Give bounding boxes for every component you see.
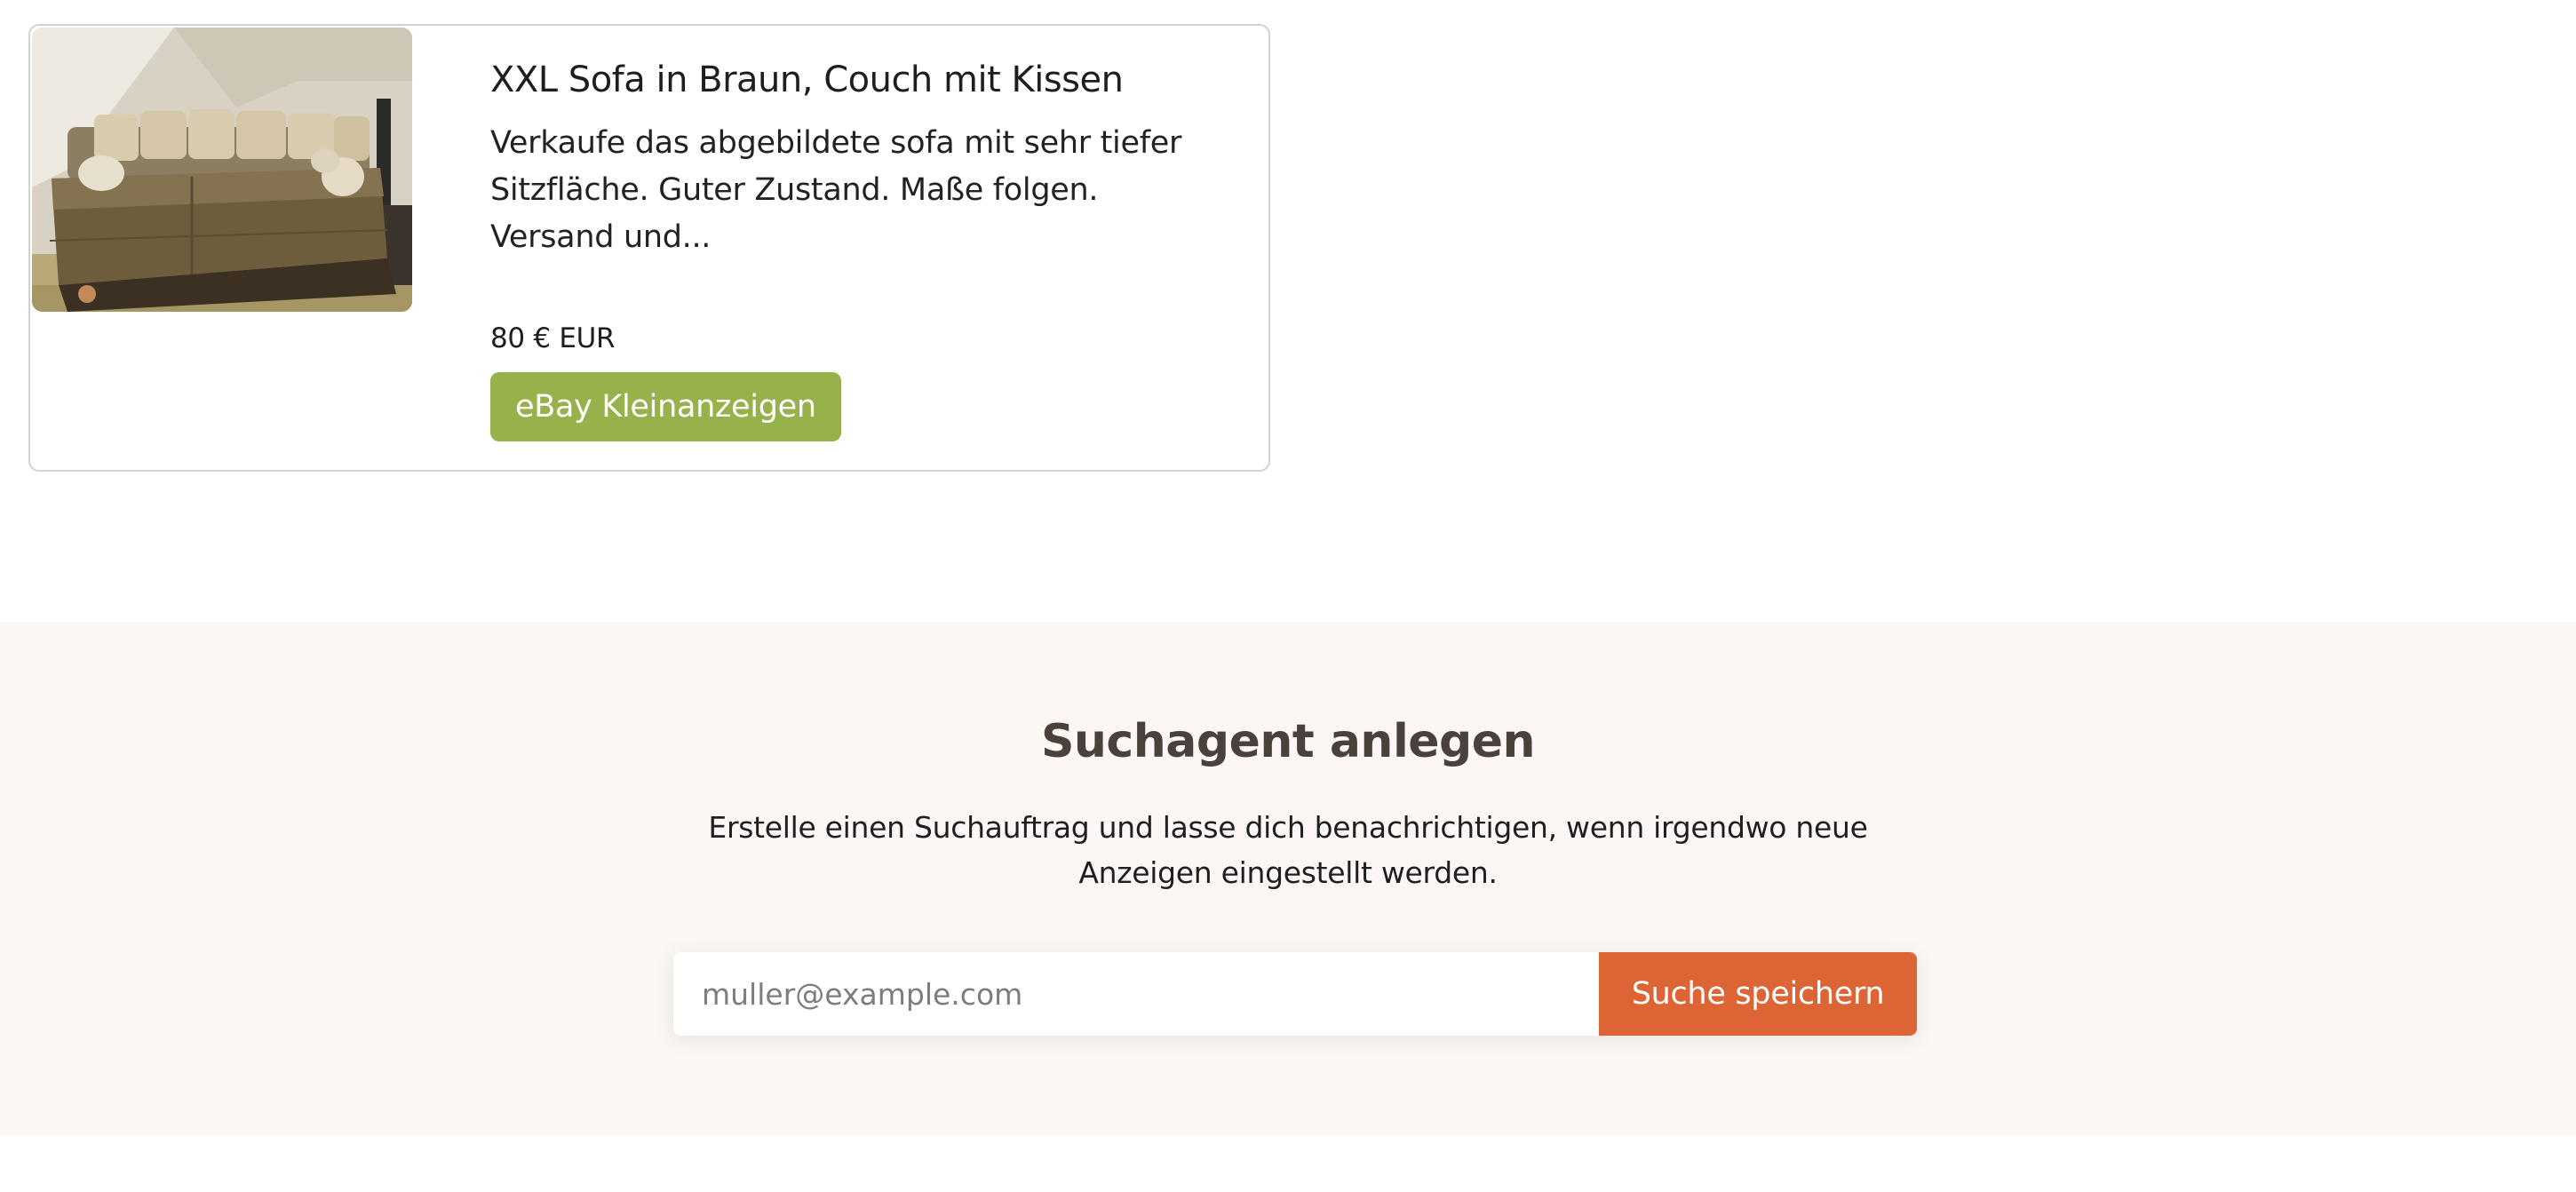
listing-card[interactable]: XXL Sofa in Braun, Couch mit Kissen Verk… — [28, 24, 1270, 472]
search-agent-description: Erstelle einen Suchauftrag und lasse dic… — [708, 810, 1868, 890]
search-agent-section: Suchagent anlegen Erstelle einen Suchauf… — [0, 622, 2576, 1135]
search-agent-title: Suchagent anlegen — [1040, 715, 1536, 768]
listing-price: 80 € EUR — [490, 322, 616, 354]
search-agent-form: Suche speichern — [673, 952, 1917, 1036]
listing-title[interactable]: XXL Sofa in Braun, Couch mit Kissen — [490, 56, 1236, 104]
listing-image[interactable] — [32, 28, 412, 312]
listing-description: Verkaufe das abgebildete sofa mit sehr t… — [490, 125, 1182, 255]
page: XXL Sofa in Braun, Couch mit Kissen Verk… — [0, 0, 2576, 1192]
ebay-kleinanzeigen-button[interactable]: eBay Kleinanzeigen — [490, 372, 841, 441]
sofa-photo — [32, 28, 412, 312]
email-input[interactable] — [673, 952, 1599, 1036]
save-search-button[interactable]: Suche speichern — [1599, 952, 1917, 1036]
